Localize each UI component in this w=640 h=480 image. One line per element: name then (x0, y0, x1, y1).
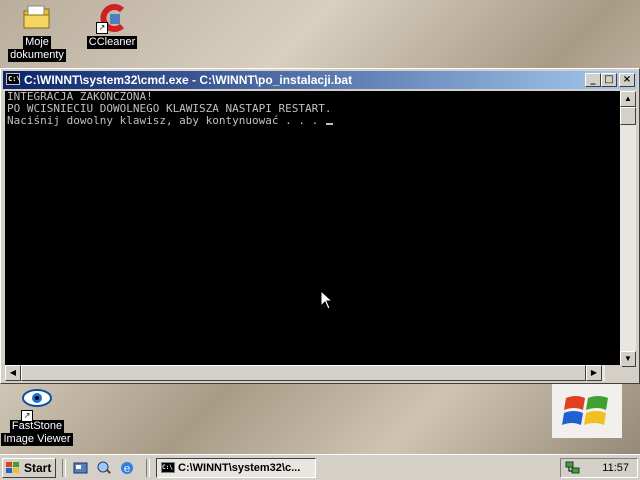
windows-logo-watermark (552, 384, 622, 438)
internet-explorer-icon[interactable]: e (119, 460, 135, 476)
desktop-icon-label: CCleaner (86, 36, 138, 49)
desktop-icon-label: Moje (23, 36, 51, 49)
taskbar-separator (62, 459, 66, 477)
title-bar[interactable]: C:\ C:\WINNT\system32\cmd.exe - C:\WINNT… (3, 71, 637, 89)
clock[interactable]: 11:57 (602, 462, 629, 474)
taskbar-item-label: C:\WINNT\system32\c... (178, 462, 301, 474)
folder-icon (21, 2, 53, 34)
desktop-icon-label: Image Viewer (1, 433, 73, 446)
minimize-button[interactable]: _ (585, 73, 601, 87)
close-button[interactable]: × (619, 73, 635, 87)
mouse-pointer-icon (320, 289, 334, 310)
cmd-window[interactable]: C:\ C:\WINNT\system32\cmd.exe - C:\WINNT… (0, 68, 640, 384)
taskbar-separator (146, 459, 150, 477)
desktop-icon-my-documents[interactable]: Moje dokumenty (1, 2, 73, 62)
shortcut-arrow-icon: ↗ (96, 22, 108, 34)
svg-text:e: e (124, 462, 131, 475)
taskbar: Start e C:\ C:\WINNT\system32\c... 11:57 (0, 454, 640, 480)
console-output[interactable]: INTEGRACJA ZAKONCZONA! PO WCISNIECIU DOW… (5, 91, 622, 367)
maximize-button[interactable]: □ (601, 73, 617, 87)
scroll-up-button[interactable]: ▲ (620, 91, 636, 107)
resize-grip[interactable] (605, 365, 622, 381)
start-label: Start (24, 461, 52, 475)
show-desktop-icon[interactable] (73, 460, 89, 476)
taskbar-item-cmd[interactable]: C:\ C:\WINNT\system32\c... (156, 458, 316, 478)
network-icon[interactable] (565, 461, 581, 475)
vertical-scrollbar[interactable]: ▲ ▼ (620, 91, 636, 367)
scroll-down-button[interactable]: ▼ (620, 351, 636, 367)
console-line-prompt: Naciśnij dowolny klawisz, aby kontynuowa… (5, 115, 622, 127)
explorer-icon[interactable] (96, 460, 112, 476)
scroll-left-button[interactable]: ◀ (5, 365, 21, 381)
cmd-icon[interactable]: C:\ (6, 73, 21, 85)
shortcut-arrow-icon: ↗ (21, 410, 33, 422)
system-tray: 11:57 (560, 458, 638, 478)
desktop-icon-label: FastStone (9, 420, 65, 433)
desktop-icon-faststone[interactable]: ↗ FastStone Image Viewer (1, 386, 73, 446)
console-line: Naciśnij dowolny klawisz, aby kontynuowa… (7, 114, 325, 127)
scroll-thumb[interactable] (21, 365, 586, 381)
ccleaner-icon: ↗ (96, 2, 128, 34)
scroll-right-button[interactable]: ▶ (586, 365, 602, 381)
scroll-thumb[interactable] (620, 107, 636, 125)
horizontal-scrollbar[interactable]: ◀ ▶ (5, 365, 622, 381)
text-cursor (325, 123, 333, 125)
start-button[interactable]: Start (2, 458, 56, 478)
eye-icon: ↗ (21, 386, 53, 422)
window-title: C:\WINNT\system32\cmd.exe - C:\WINNT\po_… (24, 73, 353, 87)
desktop-icon-ccleaner[interactable]: ↗ CCleaner (76, 2, 148, 49)
cmd-icon: C:\ (161, 462, 175, 473)
desktop-icon-label: dokumenty (8, 49, 66, 62)
windows-logo-icon (6, 462, 19, 473)
